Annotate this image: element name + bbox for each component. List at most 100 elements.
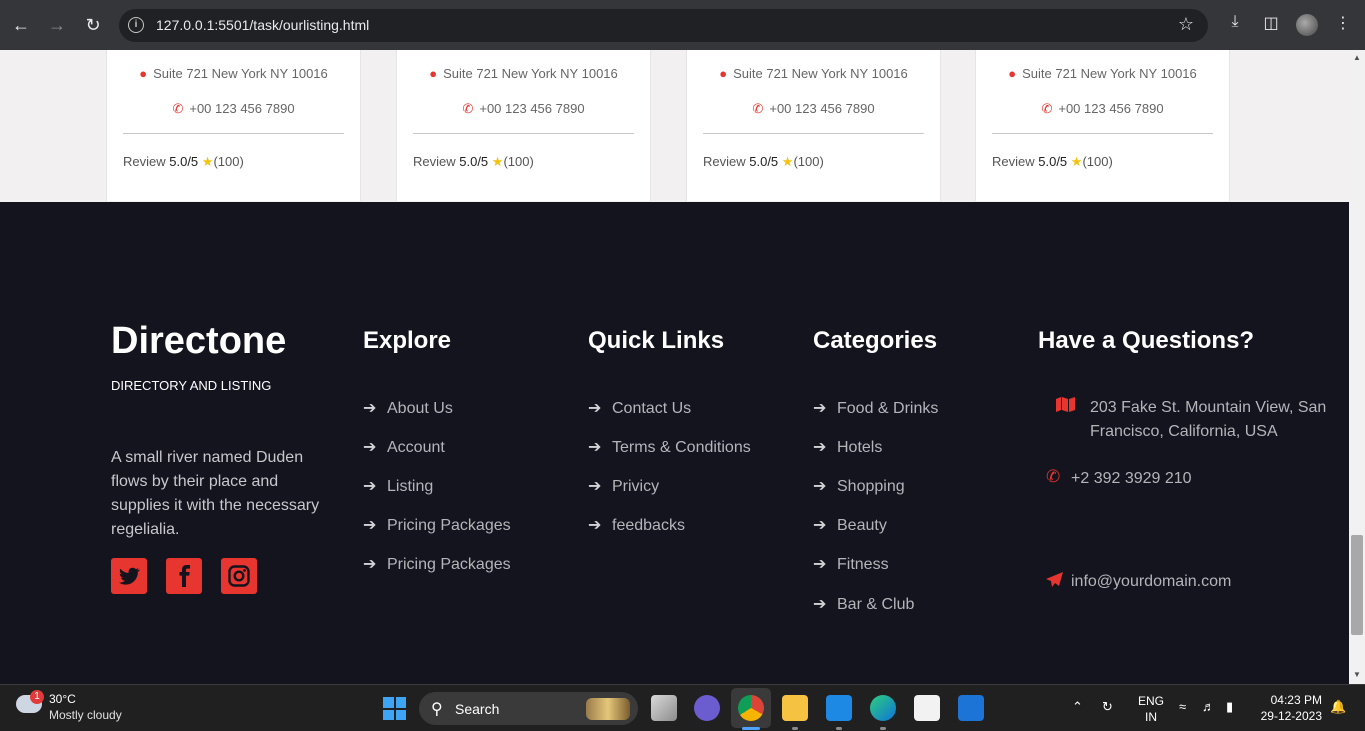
- star-icon: ★: [491, 154, 504, 169]
- arrow-right-icon: ➔: [588, 478, 602, 495]
- phone-icon: ✆: [1041, 101, 1053, 116]
- card-address: Suite 721 New York NY 10016: [733, 66, 908, 81]
- listing-card: ● Suite 721 New York NY 10016 ✆ +00 123 45…: [686, 50, 941, 201]
- footer-link-feedbacks[interactable]: ➔ feedbacks: [588, 515, 685, 535]
- arrow-right-icon: ➔: [813, 400, 827, 417]
- footer-link-listing[interactable]: ➔ Listing: [363, 476, 433, 496]
- contact-phone[interactable]: +2 392 3929 210: [1071, 467, 1192, 491]
- arrow-right-icon: ➔: [588, 517, 602, 534]
- footer-link-hotels[interactable]: ➔ Hotels: [813, 437, 882, 457]
- tray-overflow-chevron-icon[interactable]: ⌃: [1072, 699, 1083, 715]
- vscode-icon[interactable]: [826, 695, 852, 721]
- arrow-right-icon: ➔: [363, 400, 377, 417]
- side-panel-icon[interactable]: ◫: [1260, 13, 1282, 33]
- card-phone: +00 123 456 7890: [479, 101, 585, 116]
- footer-link-food-drinks[interactable]: ➔ Food & Drinks: [813, 398, 938, 418]
- battery-icon[interactable]: ▮: [1226, 699, 1233, 715]
- footer-tagline: DIRECTORY AND LISTING: [111, 378, 272, 393]
- search-highlight-image: [586, 698, 630, 720]
- chat-icon[interactable]: [694, 695, 720, 721]
- categories-title: Categories: [813, 327, 938, 354]
- footer-link-pricing-packages-2[interactable]: ➔ Pricing Packages: [363, 554, 511, 574]
- footer-link-about-us[interactable]: ➔ About Us: [363, 398, 453, 418]
- explore-title: Explore: [363, 327, 452, 354]
- map-icon: [1056, 396, 1075, 418]
- forward-button[interactable]: →: [45, 13, 69, 37]
- footer-link-bar-club[interactable]: ➔ Bar & Club: [813, 594, 914, 614]
- url-text[interactable]: 127.0.0.1:5501/task/ourlisting.html: [156, 17, 369, 33]
- file-explorer-icon[interactable]: [782, 695, 808, 721]
- volume-icon[interactable]: ♬: [1202, 699, 1215, 714]
- reload-button[interactable]: ↻: [81, 13, 105, 37]
- card-phone: +00 123 456 7890: [769, 101, 875, 116]
- taskbar-search-label: Search: [455, 701, 500, 717]
- active-app-indicator: [742, 727, 760, 730]
- footer-link-account[interactable]: ➔ Account: [363, 437, 445, 457]
- store-icon[interactable]: [914, 695, 940, 721]
- footer-link-beauty[interactable]: ➔ Beauty: [813, 515, 887, 535]
- contact-address: 203 Fake St. Mountain View, San Francisc…: [1090, 399, 1327, 440]
- start-button[interactable]: [383, 697, 406, 720]
- weather-condition[interactable]: Mostly cloudy: [49, 708, 122, 722]
- footer-link-contact-us[interactable]: ➔ Contact Us: [588, 398, 691, 418]
- footer-link-terms[interactable]: ➔ Terms & Conditions: [588, 437, 751, 457]
- browser-toolbar: ← → ↻ i 127.0.0.1:5501/task/ourlisting.h…: [0, 0, 1365, 50]
- card-phone: +00 123 456 7890: [189, 101, 295, 116]
- contact-title: Have a Questions?: [1038, 327, 1255, 354]
- system-clock[interactable]: 04:23 PM 29-12-2023: [1260, 692, 1322, 724]
- footer-link-pricing-packages[interactable]: ➔ Pricing Packages: [363, 515, 511, 535]
- footer-link-shopping[interactable]: ➔ Shopping: [813, 476, 905, 496]
- edge-icon[interactable]: [870, 695, 896, 721]
- arrow-right-icon: ➔: [588, 400, 602, 417]
- divider: [123, 133, 344, 134]
- arrow-right-icon: ➔: [813, 478, 827, 495]
- twitter-link[interactable]: [111, 558, 147, 594]
- sync-icon[interactable]: ↻: [1102, 699, 1113, 715]
- footer-description: A small river named Duden flows by their…: [111, 449, 320, 538]
- notification-bell-icon[interactable]: 🔔: [1330, 699, 1346, 715]
- contact-email[interactable]: info@yourdomain.com: [1071, 570, 1231, 594]
- taskbar-search[interactable]: ⚲ Search: [419, 692, 638, 725]
- instagram-link[interactable]: [221, 558, 257, 594]
- download-icon[interactable]: ⤓: [1224, 13, 1246, 31]
- mail-icon[interactable]: [958, 695, 984, 721]
- star-icon: ★: [781, 154, 794, 169]
- running-app-indicator: [836, 727, 842, 730]
- scrollbar-thumb[interactable]: [1351, 535, 1363, 635]
- location-pin-icon: ●: [139, 66, 148, 81]
- scroll-down-arrow-icon[interactable]: ▼: [1351, 670, 1363, 682]
- listing-card: ● Suite 721 New York NY 10016 ✆ +00 123 45…: [975, 50, 1230, 201]
- footer-link-privacy[interactable]: ➔ Privicy: [588, 476, 659, 496]
- arrow-right-icon: ➔: [813, 596, 827, 613]
- language-indicator[interactable]: ENG IN: [1138, 693, 1164, 725]
- page-viewport: ● Suite 721 New York NY 10016 ✆ +00 123 45…: [0, 50, 1349, 684]
- footer-brand[interactable]: Directone: [111, 320, 286, 363]
- quick-links-title: Quick Links: [588, 327, 725, 354]
- card-review: Review 5.0/5 ★(100): [703, 154, 824, 169]
- task-view-icon[interactable]: [651, 695, 677, 721]
- footer-link-fitness[interactable]: ➔ Fitness: [813, 554, 889, 574]
- arrow-right-icon: ➔: [363, 517, 377, 534]
- location-pin-icon: ●: [1008, 66, 1017, 81]
- weather-temperature[interactable]: 30°C: [49, 692, 76, 706]
- arrow-right-icon: ➔: [813, 556, 827, 573]
- chrome-icon[interactable]: [738, 695, 764, 721]
- bookmark-star-icon[interactable]: ☆: [1178, 14, 1194, 35]
- running-app-indicator: [880, 727, 886, 730]
- card-address: Suite 721 New York NY 10016: [153, 66, 328, 81]
- facebook-link[interactable]: [166, 558, 202, 594]
- star-icon: ★: [201, 154, 214, 169]
- phone-icon: ✆: [752, 101, 764, 116]
- running-app-indicator: [792, 727, 798, 730]
- card-address: Suite 721 New York NY 10016: [443, 66, 618, 81]
- scroll-up-arrow-icon[interactable]: ▲: [1351, 53, 1363, 65]
- site-info-icon[interactable]: i: [128, 17, 144, 33]
- profile-avatar[interactable]: [1296, 14, 1318, 36]
- back-button[interactable]: ←: [9, 13, 33, 37]
- address-bar[interactable]: i 127.0.0.1:5501/task/ourlisting.html ☆: [119, 9, 1208, 42]
- wifi-icon[interactable]: ≈: [1179, 699, 1186, 714]
- menu-icon[interactable]: ⋮: [1332, 13, 1354, 33]
- location-pin-icon: ●: [719, 66, 728, 81]
- arrow-right-icon: ➔: [588, 439, 602, 456]
- arrow-right-icon: ➔: [813, 517, 827, 534]
